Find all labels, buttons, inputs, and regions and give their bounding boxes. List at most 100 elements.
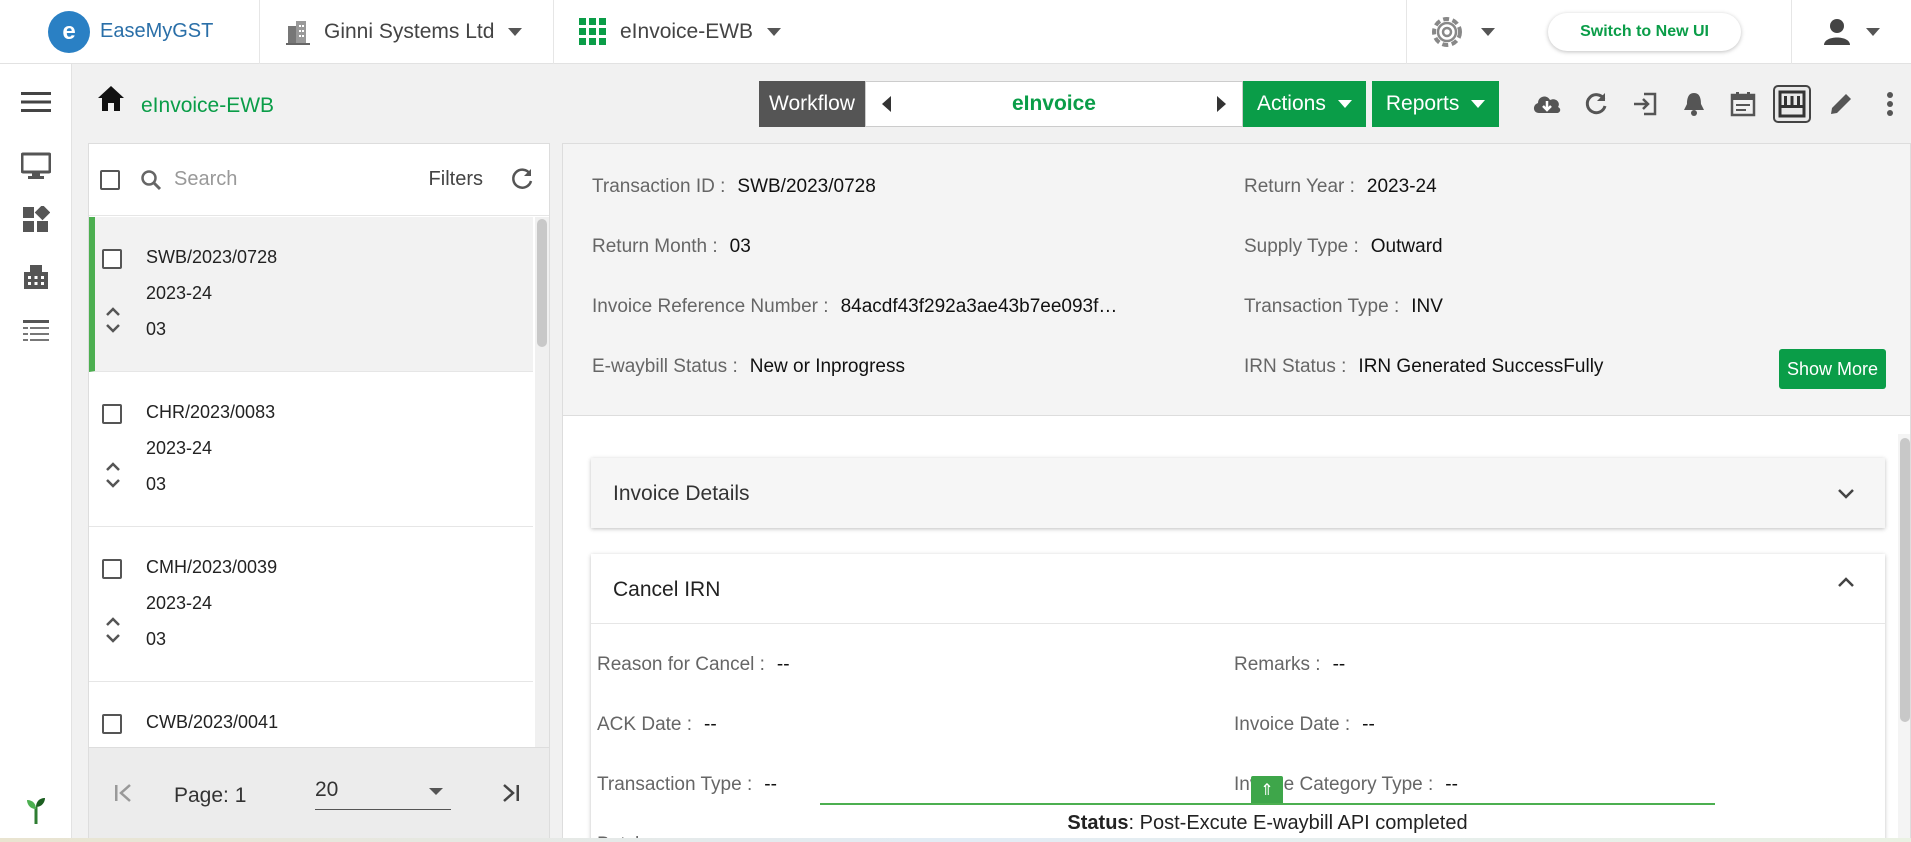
field-invoice-date: Invoice Date : --	[1234, 714, 1375, 735]
dashboard-icon[interactable]	[20, 204, 52, 236]
chevron-down-icon	[1866, 28, 1880, 36]
page-size-value: 20	[315, 778, 339, 801]
refresh-icon[interactable]	[1571, 84, 1620, 124]
list-item[interactable]: CWB/2023/0041 2023-24 03	[89, 682, 533, 747]
field-irn-status: IRN Status : IRN Generated SuccessFully	[1244, 356, 1604, 377]
field-return-month: Return Month :03	[592, 236, 751, 257]
workflow-label: Workflow	[759, 81, 865, 127]
actions-label: Actions	[1256, 92, 1326, 115]
chevron-down-icon	[1471, 100, 1486, 108]
item-checkbox[interactable]	[102, 714, 122, 734]
keyboard-icon[interactable]	[1767, 84, 1816, 124]
bottom-edge	[0, 838, 1911, 842]
field-ack-date: ACK Date : --	[597, 714, 717, 735]
show-more-button[interactable]: Show More	[1779, 349, 1887, 389]
last-page-icon[interactable]	[499, 782, 521, 804]
table-list-icon[interactable]	[20, 316, 52, 348]
actions-button[interactable]: Actions	[1242, 81, 1366, 127]
org-name: Ginni Systems Ltd	[324, 19, 495, 43]
status-label: Status	[1067, 812, 1129, 834]
left-rail	[0, 64, 72, 842]
detail-scroll-thumb[interactable]	[1900, 438, 1910, 722]
refresh-icon[interactable]	[509, 166, 535, 192]
settings-menu[interactable]	[1406, 0, 1516, 64]
first-page-icon[interactable]	[113, 782, 135, 804]
page-size-select[interactable]: 20	[315, 778, 451, 810]
chevron-down-icon	[508, 27, 523, 36]
field-remarks: Remarks : --	[1234, 654, 1346, 675]
item-year: 2023-24	[146, 593, 213, 613]
chevron-down-icon	[1481, 28, 1496, 36]
chevron-down-icon	[429, 788, 443, 795]
chevron-down-icon	[1337, 100, 1352, 108]
invoice-details-section[interactable]: Invoice Details	[591, 458, 1885, 528]
chevron-down-icon[interactable]	[1837, 488, 1855, 500]
status-toggle-icon[interactable]: ⇑	[1251, 776, 1283, 804]
brand[interactable]: e EaseMyGST	[0, 0, 260, 64]
reports-label: Reports	[1385, 92, 1460, 115]
home-icon[interactable]	[96, 84, 126, 114]
item-transaction-id: CWB/2023/0041	[146, 712, 279, 732]
more-vertical-icon[interactable]	[1865, 84, 1911, 124]
top-bar: e EaseMyGST Ginni Systems Ltd eInvoice-E…	[0, 0, 1911, 64]
cancel-irn-section: Cancel IRN Reason for Cancel : -- Remarks…	[591, 554, 1885, 841]
edit-pencil-icon[interactable]	[1816, 84, 1865, 124]
monitor-icon[interactable]	[20, 150, 52, 182]
section-title: Cancel IRN	[613, 578, 721, 601]
bell-icon[interactable]	[1669, 84, 1718, 124]
next-workflow-icon[interactable]	[1216, 96, 1226, 112]
status-message: : Post-Excute E-waybill API completed	[1128, 812, 1468, 834]
building-icon[interactable]	[20, 260, 52, 292]
list-scrollbar[interactable]	[535, 217, 549, 747]
user-icon	[1824, 19, 1850, 45]
transaction-summary: Transaction ID : SWB/2023/0728 Return Yea…	[563, 144, 1910, 416]
field-return-year: Return Year :2023-24	[1244, 176, 1437, 197]
expand-collapse-icon[interactable]	[105, 460, 121, 490]
item-month: 03	[146, 474, 167, 494]
calendar-icon[interactable]	[1718, 84, 1767, 124]
cancel-irn-header[interactable]: Cancel IRN	[591, 554, 1885, 624]
plant-logo-icon	[20, 794, 52, 826]
chevron-down-icon	[767, 27, 782, 36]
pagination: Page: 1 20	[89, 747, 549, 842]
app-selector[interactable]: eInvoice-EWB	[554, 0, 782, 64]
hamburger-menu-icon[interactable]	[20, 86, 52, 118]
building-icon	[286, 20, 310, 45]
reports-button[interactable]: Reports	[1371, 81, 1500, 127]
item-checkbox[interactable]	[102, 249, 122, 269]
user-menu[interactable]	[1791, 0, 1911, 64]
page-indicator: Page: 1	[174, 784, 247, 807]
item-month: 03	[146, 629, 167, 649]
switch-ui-button[interactable]: Switch to New UI	[1548, 13, 1741, 51]
detail-scrollbar[interactable]	[1898, 434, 1910, 841]
list-item[interactable]: CHR/2023/0083 2023-24 03	[89, 372, 533, 527]
field-transaction-type: Transaction Type : INV	[1244, 296, 1443, 317]
sub-header: eInvoice-EWB Workflow eInvoice Actions R…	[72, 64, 1911, 143]
search-input[interactable]: Search	[174, 168, 237, 191]
brand-logo-icon: e	[48, 10, 90, 53]
filters-button[interactable]: Filters	[429, 168, 483, 191]
item-checkbox[interactable]	[102, 559, 122, 579]
top-right-controls: Switch to New UI	[1406, 0, 1911, 64]
cloud-download-icon[interactable]	[1522, 84, 1571, 124]
expand-collapse-icon[interactable]	[105, 615, 121, 645]
expand-collapse-icon[interactable]	[105, 305, 121, 335]
sign-in-icon[interactable]	[1620, 84, 1669, 124]
section-title: Invoice Details	[613, 482, 750, 505]
list-scroll-thumb[interactable]	[537, 219, 547, 347]
item-checkbox[interactable]	[102, 404, 122, 424]
item-transaction-id: CMH/2023/0039	[146, 557, 278, 577]
item-transaction-id: SWB/2023/0728	[146, 247, 278, 267]
breadcrumb[interactable]: eInvoice-EWB	[141, 94, 274, 118]
previous-workflow-icon[interactable]	[881, 96, 891, 112]
list-search-bar: Search Filters	[89, 144, 549, 216]
select-all-checkbox[interactable]	[100, 169, 120, 190]
org-selector[interactable]: Ginni Systems Ltd	[260, 0, 554, 64]
chevron-up-icon[interactable]	[1837, 576, 1855, 588]
list-item[interactable]: CMH/2023/0039 2023-24 03	[89, 527, 533, 682]
field-ewaybill-status: E-waybill Status : New or Inprogress	[592, 356, 905, 377]
transaction-detail-panel: Transaction ID : SWB/2023/0728 Return Yea…	[562, 143, 1911, 842]
item-year: 2023-24	[146, 438, 213, 458]
workflow-switcher: Workflow eInvoice Actions Reports	[759, 81, 1500, 127]
list-item[interactable]: SWB/2023/0728 2023-24 03	[89, 217, 533, 372]
